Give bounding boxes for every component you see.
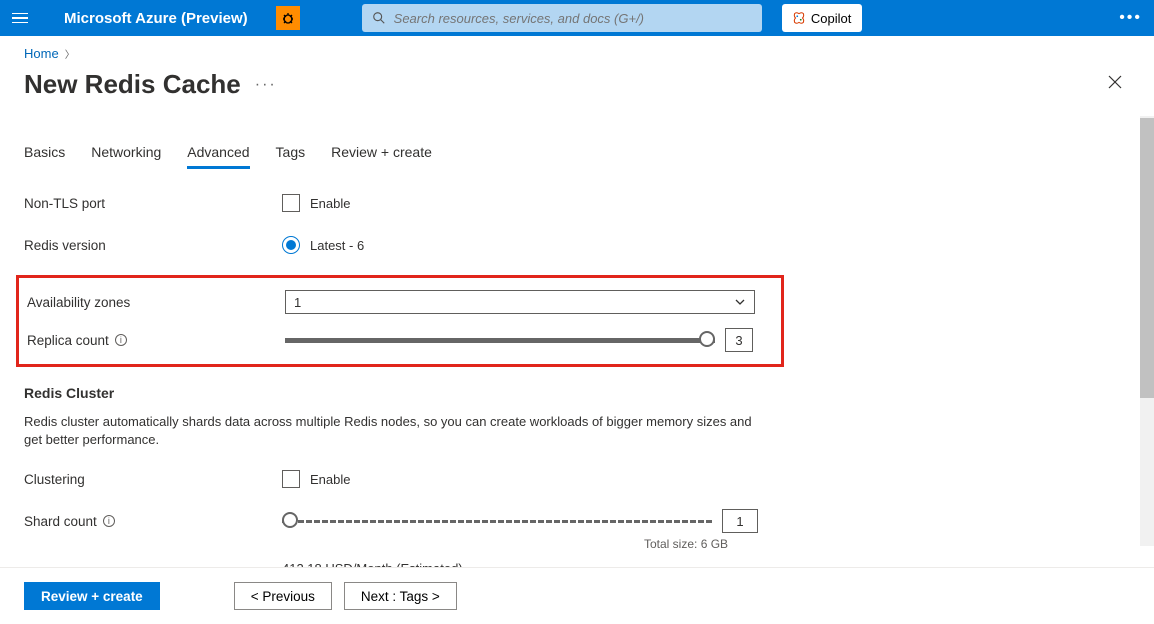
scrollbar-track[interactable]: [1140, 116, 1154, 546]
non-tls-label: Non-TLS port: [24, 196, 282, 211]
chevron-right-icon: 〉: [65, 46, 75, 61]
page-title: New Redis Cache: [24, 69, 241, 100]
clustering-checkbox[interactable]: [282, 470, 300, 488]
top-bar: Microsoft Azure (Preview) Copilot •••: [0, 0, 1154, 36]
tab-advanced[interactable]: Advanced: [187, 144, 249, 169]
close-icon[interactable]: [1100, 67, 1130, 102]
title-row: New Redis Cache ···: [0, 67, 1154, 116]
copilot-label: Copilot: [811, 11, 851, 26]
more-icon[interactable]: •••: [1119, 9, 1142, 27]
availability-zones-value: 1: [294, 295, 301, 310]
search-input[interactable]: [394, 11, 752, 26]
highlighted-section: Availability zones 1 Replica count i: [16, 275, 784, 367]
redis-version-value: Latest - 6: [310, 238, 364, 253]
shard-count-slider[interactable]: [282, 518, 712, 524]
review-create-button[interactable]: Review + create: [24, 582, 160, 610]
tabs: Basics Networking Advanced Tags Review +…: [24, 144, 1130, 169]
clustering-enable-label: Enable: [310, 472, 350, 487]
search-box[interactable]: [362, 4, 762, 32]
title-more-icon[interactable]: ···: [255, 76, 277, 94]
redis-version-radio[interactable]: [282, 236, 300, 254]
replica-count-value[interactable]: 3: [725, 328, 753, 352]
non-tls-enable-label: Enable: [310, 196, 350, 211]
brand-label: Microsoft Azure (Preview): [64, 10, 248, 27]
shard-count-value[interactable]: 1: [722, 509, 758, 533]
menu-icon[interactable]: [12, 8, 32, 28]
tab-review[interactable]: Review + create: [331, 144, 432, 169]
non-tls-checkbox[interactable]: [282, 194, 300, 212]
replica-count-slider[interactable]: [285, 337, 715, 343]
tab-basics[interactable]: Basics: [24, 144, 65, 169]
cluster-description: Redis cluster automatically shards data …: [24, 413, 764, 449]
redis-version-label: Redis version: [24, 238, 282, 253]
preview-bug-icon[interactable]: [276, 6, 300, 30]
clustering-label: Clustering: [24, 472, 282, 487]
availability-zones-label: Availability zones: [27, 295, 285, 310]
chevron-down-icon: [734, 296, 746, 308]
tab-tags[interactable]: Tags: [276, 144, 306, 169]
copilot-button[interactable]: Copilot: [782, 4, 862, 32]
tab-networking[interactable]: Networking: [91, 144, 161, 169]
shard-count-label: Shard count: [24, 514, 97, 529]
search-icon: [372, 11, 386, 25]
scrollbar-thumb[interactable]: [1140, 118, 1154, 398]
next-button[interactable]: Next : Tags >: [344, 582, 457, 610]
availability-zones-select[interactable]: 1: [285, 290, 755, 314]
breadcrumb: Home 〉: [0, 36, 1154, 67]
info-icon[interactable]: i: [103, 515, 115, 527]
breadcrumb-home[interactable]: Home: [24, 46, 59, 61]
info-icon[interactable]: i: [115, 334, 127, 346]
cluster-heading: Redis Cluster: [24, 385, 1130, 401]
copilot-icon: [792, 11, 806, 25]
replica-count-label: Replica count: [27, 333, 109, 348]
previous-button[interactable]: < Previous: [234, 582, 332, 610]
footer-bar: Review + create < Previous Next : Tags >: [0, 567, 1154, 624]
total-size-label: Total size: 6 GB: [644, 537, 1130, 551]
